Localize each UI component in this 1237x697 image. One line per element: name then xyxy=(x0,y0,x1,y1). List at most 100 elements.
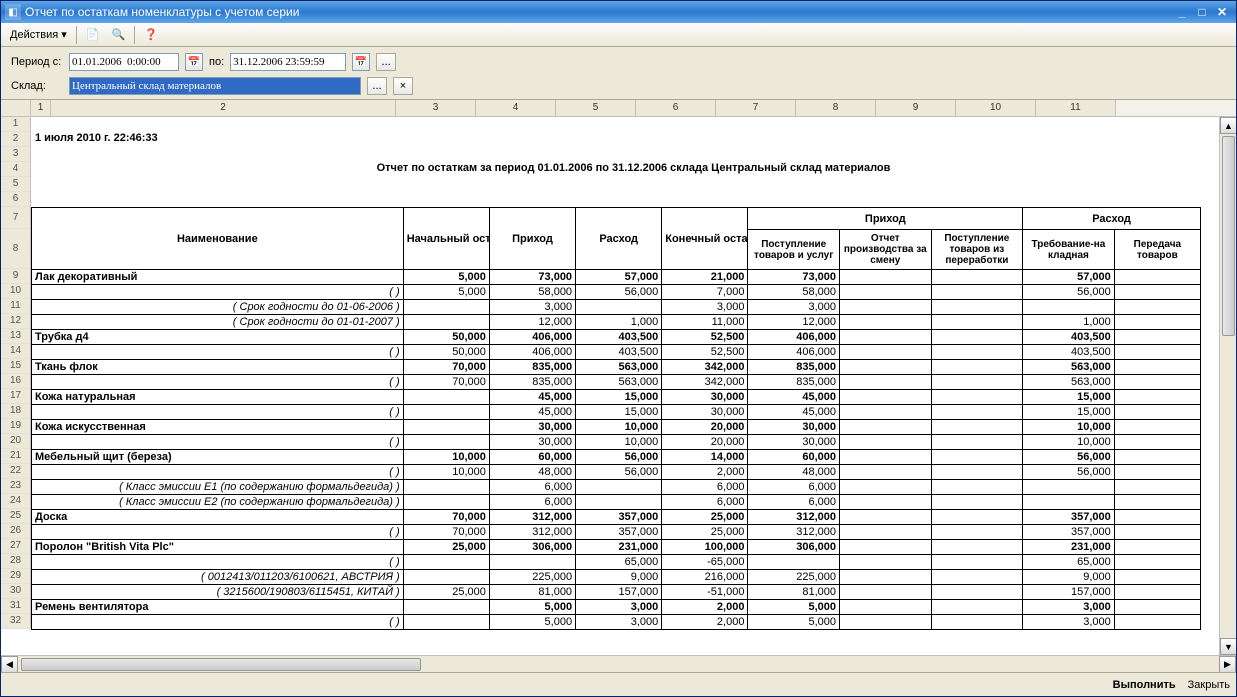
warehouse-clear-button[interactable]: × xyxy=(393,77,413,95)
scroll-right-icon[interactable]: ▶ xyxy=(1219,656,1236,672)
table-row[interactable]: Мебельный щит (береза)10,00060,00056,000… xyxy=(32,450,1201,465)
cell-value: 6,000 xyxy=(489,495,575,510)
column-header[interactable]: 8 xyxy=(796,100,876,116)
calendar-icon[interactable]: 📅 xyxy=(352,53,370,71)
cell-value xyxy=(576,480,662,495)
cell-value: 73,000 xyxy=(748,270,840,285)
cell-value: 3,000 xyxy=(1023,615,1115,630)
table-row[interactable]: Кожа натуральная45,00015,00030,00045,000… xyxy=(32,390,1201,405)
cell-value: 10,000 xyxy=(1023,435,1115,450)
table-row[interactable]: Кожа искусственная30,00010,00020,00030,0… xyxy=(32,420,1201,435)
period-to-input[interactable] xyxy=(230,53,346,71)
table-row[interactable]: Трубка д450,000406,000403,50052,500406,0… xyxy=(32,330,1201,345)
column-header[interactable]: 5 xyxy=(556,100,636,116)
table-row[interactable]: ( Срок годности до 01-06-2006 )3,0003,00… xyxy=(32,300,1201,315)
table-row[interactable]: ( )30,00010,00020,00030,00010,000 xyxy=(32,435,1201,450)
cell-value xyxy=(576,300,662,315)
cell-value xyxy=(840,300,932,315)
scroll-thumb[interactable] xyxy=(1222,136,1235,336)
cell-value: 50,000 xyxy=(403,330,489,345)
run-button[interactable]: Выполнить xyxy=(1113,679,1176,691)
cell-value: 225,000 xyxy=(748,570,840,585)
scroll-left-icon[interactable]: ◀ xyxy=(1,656,18,672)
scroll-down-icon[interactable]: ▼ xyxy=(1220,638,1236,655)
table-row[interactable]: Лак декоративный5,00073,00057,00021,0007… xyxy=(32,270,1201,285)
table-row[interactable]: ( Класс эмиссии E2 (по содержанию формал… xyxy=(32,495,1201,510)
table-row[interactable]: ( )65,000-65,00065,000 xyxy=(32,555,1201,570)
period-select-button[interactable]: ... xyxy=(376,53,396,71)
column-header[interactable]: 1 xyxy=(31,100,51,116)
table-row[interactable]: ( )5,0003,0002,0005,0003,000 xyxy=(32,615,1201,630)
cell-value xyxy=(931,600,1023,615)
sheet-body[interactable]: 123456 1 июля 2010 г. 22:46:33 Отчет по … xyxy=(1,117,1236,655)
cell-value: 6,000 xyxy=(489,480,575,495)
table-row[interactable]: Поролон "British Vita Plc"25,000306,0002… xyxy=(32,540,1201,555)
maximize-button[interactable]: □ xyxy=(1192,4,1212,20)
title-bar: ◧ Отчет по остаткам номенклатуры с учето… xyxy=(1,1,1236,23)
table-row[interactable]: Ремень вентилятора5,0003,0002,0005,0003,… xyxy=(32,600,1201,615)
toolbar-icon-2[interactable]: 🔍 xyxy=(106,25,130,45)
column-header[interactable]: 2 xyxy=(51,100,396,116)
column-header[interactable]: 6 xyxy=(636,100,716,116)
close-button[interactable]: ✕ xyxy=(1212,4,1232,20)
cell-value: 563,000 xyxy=(1023,375,1115,390)
minimize-button[interactable]: _ xyxy=(1172,4,1192,20)
cell-value: 231,000 xyxy=(576,540,662,555)
table-row[interactable]: ( )70,000312,000357,00025,000312,000357,… xyxy=(32,525,1201,540)
cell-value: 48,000 xyxy=(748,465,840,480)
toolbar-icon-1[interactable]: 📄 xyxy=(81,25,105,45)
column-header[interactable]: 11 xyxy=(1036,100,1116,116)
scroll-up-icon[interactable]: ▲ xyxy=(1220,117,1236,134)
toolbar: Действия ▾ 📄 🔍 ❓ xyxy=(1,23,1236,47)
cell-value xyxy=(1023,495,1115,510)
cell-value xyxy=(489,555,575,570)
period-from-input[interactable] xyxy=(69,53,179,71)
cell-value xyxy=(403,300,489,315)
table-row[interactable]: ( Срок годности до 01-01-2007 )12,0001,0… xyxy=(32,315,1201,330)
actions-menu[interactable]: Действия ▾ xyxy=(5,25,72,45)
cell-value: 21,000 xyxy=(662,270,748,285)
cell-value xyxy=(840,495,932,510)
cell-value: 312,000 xyxy=(489,510,575,525)
cell-value: 15,000 xyxy=(576,405,662,420)
cell-value: 6,000 xyxy=(748,495,840,510)
table-row[interactable]: ( )45,00015,00030,00045,00015,000 xyxy=(32,405,1201,420)
cell-value: 306,000 xyxy=(748,540,840,555)
column-header[interactable]: 10 xyxy=(956,100,1036,116)
cell-value xyxy=(403,315,489,330)
warehouse-select-button[interactable]: ... xyxy=(367,77,387,95)
cell-name: ( ) xyxy=(32,525,404,540)
table-row[interactable]: Доска70,000312,000357,00025,000312,00035… xyxy=(32,510,1201,525)
help-icon[interactable]: ❓ xyxy=(139,25,163,45)
cell-value: 60,000 xyxy=(748,450,840,465)
vertical-scrollbar[interactable]: ▲ ▼ xyxy=(1219,117,1236,655)
cell-value: 52,500 xyxy=(662,330,748,345)
table-row[interactable]: ( Класс эмиссии E1 (по содержанию формал… xyxy=(32,480,1201,495)
warehouse-input[interactable] xyxy=(69,77,361,95)
cell-value: 12,000 xyxy=(489,315,575,330)
column-header[interactable]: 9 xyxy=(876,100,956,116)
scroll-thumb[interactable] xyxy=(21,658,421,671)
table-row[interactable]: ( 3215600/190803/6115451, КИТАЙ )25,0008… xyxy=(32,585,1201,600)
column-header[interactable]: 4 xyxy=(476,100,556,116)
table-row[interactable]: ( )10,00048,00056,0002,00048,00056,000 xyxy=(32,465,1201,480)
table-row[interactable]: ( )50,000406,000403,50052,500406,000403,… xyxy=(32,345,1201,360)
table-row[interactable]: ( )5,00058,00056,0007,00058,00056,000 xyxy=(32,285,1201,300)
cell-value: 30,000 xyxy=(748,435,840,450)
calendar-icon[interactable]: 📅 xyxy=(185,53,203,71)
cell-value: 835,000 xyxy=(489,360,575,375)
cell-value: 1,000 xyxy=(576,315,662,330)
table-row[interactable]: ( )70,000835,000563,000342,000835,000563… xyxy=(32,375,1201,390)
cell-value: 14,000 xyxy=(662,450,748,465)
column-header[interactable]: 7 xyxy=(716,100,796,116)
horizontal-scrollbar[interactable]: ◀ ▶ xyxy=(1,655,1236,672)
cell-value: 15,000 xyxy=(1023,390,1115,405)
table-row[interactable]: ( 0012413/011203/6100621, АВСТРИЯ )225,0… xyxy=(32,570,1201,585)
cell-name: ( ) xyxy=(32,615,404,630)
column-header[interactable]: 3 xyxy=(396,100,476,116)
close-link[interactable]: Закрыть xyxy=(1188,679,1230,691)
cell-value xyxy=(1114,465,1200,480)
cell-value: 15,000 xyxy=(1023,405,1115,420)
table-row[interactable]: Ткань флок70,000835,000563,000342,000835… xyxy=(32,360,1201,375)
cell-value: 30,000 xyxy=(662,405,748,420)
